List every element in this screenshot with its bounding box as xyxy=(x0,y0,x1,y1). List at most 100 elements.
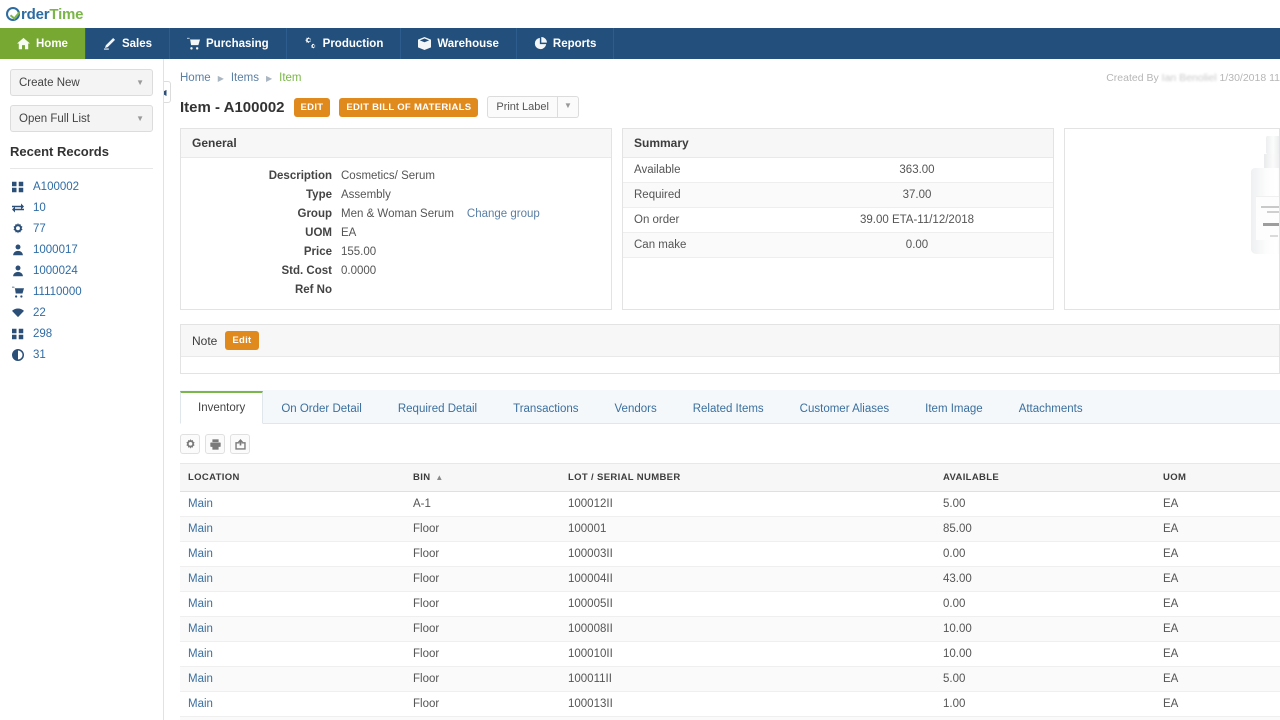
summary-row: Available 363.00 xyxy=(623,158,1053,183)
recent-record-label: 11110000 xyxy=(33,286,82,298)
create-new-dropdown[interactable]: Create New ▼ xyxy=(10,69,153,96)
recent-record-item[interactable]: 10 xyxy=(10,198,153,219)
pie-chart-icon xyxy=(534,37,547,50)
cell-uom: EA xyxy=(1155,667,1280,692)
recent-record-item[interactable]: 1000024 xyxy=(10,261,153,282)
table-row[interactable]: Main A-1 100012II 5.00 EA xyxy=(180,492,1280,517)
settings-icon[interactable] xyxy=(180,434,200,454)
table-row[interactable]: Main Floor 100011II 5.00 EA xyxy=(180,667,1280,692)
column-header-lot-serial-number[interactable]: LOT / SERIAL NUMBER xyxy=(560,464,935,492)
cell-available: 5.00 xyxy=(935,667,1155,692)
table-row[interactable]: Main Floor 100005II 0.00 EA xyxy=(180,592,1280,617)
note-edit-button[interactable]: Edit xyxy=(225,331,258,350)
column-header-available[interactable]: AVAILABLE xyxy=(935,464,1155,492)
created-by-prefix: Created By xyxy=(1106,72,1159,84)
table-row[interactable]: Main Floor 100001 85.00 EA xyxy=(180,517,1280,542)
table-row[interactable]: Main Floor 100004II 43.00 EA xyxy=(180,567,1280,592)
breadcrumb-current: Item xyxy=(279,72,301,84)
general-value: Men & Woman Serum xyxy=(341,208,454,220)
location-link[interactable]: Main xyxy=(188,648,213,660)
cell-available: 10.00 xyxy=(935,642,1155,667)
recent-record-item[interactable]: 11110000 xyxy=(10,282,153,303)
created-by-info: Created By Ian Benoliel 1/30/2018 11 xyxy=(1106,72,1280,84)
chevron-down-icon[interactable]: ▼ xyxy=(558,96,579,118)
recent-record-item[interactable]: 31 xyxy=(10,345,153,366)
tab-inventory[interactable]: Inventory xyxy=(180,391,263,424)
general-row: UOM EA xyxy=(181,223,611,242)
print-label-split-button: Print Label ▼ xyxy=(487,96,579,118)
cell-uom: EA xyxy=(1155,492,1280,517)
export-icon[interactable] xyxy=(230,434,250,454)
table-row[interactable]: Main Floor 100010II 10.00 EA xyxy=(180,642,1280,667)
sidebar: Create New ▼ Open Full List ▼ Recent Rec… xyxy=(0,59,164,720)
recent-record-item[interactable]: 1000017 xyxy=(10,240,153,261)
recent-record-item[interactable]: 22 xyxy=(10,303,153,324)
detail-tabs: Inventory On Order Detail Required Detai… xyxy=(180,390,1280,424)
location-link[interactable]: Main xyxy=(188,623,213,635)
recent-records-heading: Recent Records xyxy=(10,144,153,169)
column-header-uom[interactable]: UOM xyxy=(1155,464,1280,492)
chevron-right-icon: ▶ xyxy=(266,74,272,83)
location-link[interactable]: Main xyxy=(188,573,213,585)
nav-label: Purchasing xyxy=(206,38,269,50)
nav-item-sales[interactable]: Sales xyxy=(86,28,170,59)
nav-item-warehouse[interactable]: Warehouse xyxy=(401,28,517,59)
table-row[interactable]: Main Floor 100003II 0.00 EA xyxy=(180,542,1280,567)
column-header-bin[interactable]: BIN▲ xyxy=(405,464,560,492)
note-title: Note xyxy=(192,334,217,348)
tab-item-image[interactable]: Item Image xyxy=(907,393,1001,424)
bottle-label xyxy=(1256,196,1279,240)
edit-bill-of-materials-button[interactable]: EDIT BILL OF MATERIALS xyxy=(339,98,478,117)
location-link[interactable]: Main xyxy=(188,673,213,685)
open-full-list-dropdown[interactable]: Open Full List ▼ xyxy=(10,105,153,132)
nav-item-purchasing[interactable]: Purchasing xyxy=(170,28,287,59)
location-link[interactable]: Main xyxy=(188,598,213,610)
tab-required-detail[interactable]: Required Detail xyxy=(380,393,495,424)
location-link[interactable]: Main xyxy=(188,698,213,710)
note-panel: Note Edit xyxy=(180,324,1280,374)
cell-available: 0.00 xyxy=(935,592,1155,617)
summary-label: Available xyxy=(634,164,680,176)
edit-button[interactable]: EDIT xyxy=(294,98,331,117)
recent-record-item[interactable]: 77 xyxy=(10,219,153,240)
summary-row: Required 37.00 xyxy=(623,183,1053,208)
tab-vendors[interactable]: Vendors xyxy=(597,393,675,424)
location-link[interactable]: Main xyxy=(188,523,213,535)
inventory-table: LOCATION BIN▲ LOT / SERIAL NUMBER AVAILA… xyxy=(180,463,1280,720)
cell-location: Main xyxy=(180,542,405,567)
print-label-button[interactable]: Print Label xyxy=(487,96,558,118)
change-group-link[interactable]: Change group xyxy=(467,208,540,220)
created-by-user: Ian Benoliel xyxy=(1162,72,1217,84)
product-bottle-image xyxy=(1251,136,1279,254)
cell-lot: 100010II xyxy=(560,642,935,667)
nav-item-home[interactable]: Home xyxy=(0,28,86,59)
table-row[interactable]: Main Floor 100008II 10.00 EA xyxy=(180,617,1280,642)
tab-on-order-detail[interactable]: On Order Detail xyxy=(263,393,380,424)
table-row[interactable]: Main Floor 100015II 160.00 EA xyxy=(180,717,1280,720)
location-link[interactable]: Main xyxy=(188,548,213,560)
item-image xyxy=(1065,129,1279,261)
sidebar-collapse-button[interactable]: ◀ xyxy=(164,81,171,103)
nav-item-reports[interactable]: Reports xyxy=(517,28,614,59)
tab-customer-aliases[interactable]: Customer Aliases xyxy=(782,393,907,424)
brand-name-part1: rder xyxy=(21,6,49,23)
recent-record-item[interactable]: 298 xyxy=(10,324,153,345)
location-link[interactable]: Main xyxy=(188,498,213,510)
brand-logo[interactable]: rderTime xyxy=(6,6,83,23)
breadcrumb-home[interactable]: Home xyxy=(180,72,211,84)
recent-record-item[interactable]: A100002 xyxy=(10,177,153,198)
wifi-icon xyxy=(12,307,24,319)
column-header-location[interactable]: LOCATION xyxy=(180,464,405,492)
tab-attachments[interactable]: Attachments xyxy=(1001,393,1101,424)
print-icon[interactable] xyxy=(205,434,225,454)
tab-transactions[interactable]: Transactions xyxy=(495,393,596,424)
recent-record-label: 10 xyxy=(33,202,46,214)
tab-related-items[interactable]: Related Items xyxy=(675,393,782,424)
breadcrumb-items[interactable]: Items xyxy=(231,72,259,84)
table-row[interactable]: Main Floor 100013II 1.00 EA xyxy=(180,692,1280,717)
cell-bin: Floor xyxy=(405,717,560,720)
general-value: Assembly xyxy=(341,189,391,201)
nav-item-production[interactable]: Production xyxy=(287,28,402,59)
recent-record-label: 22 xyxy=(33,307,46,319)
cell-bin: Floor xyxy=(405,692,560,717)
